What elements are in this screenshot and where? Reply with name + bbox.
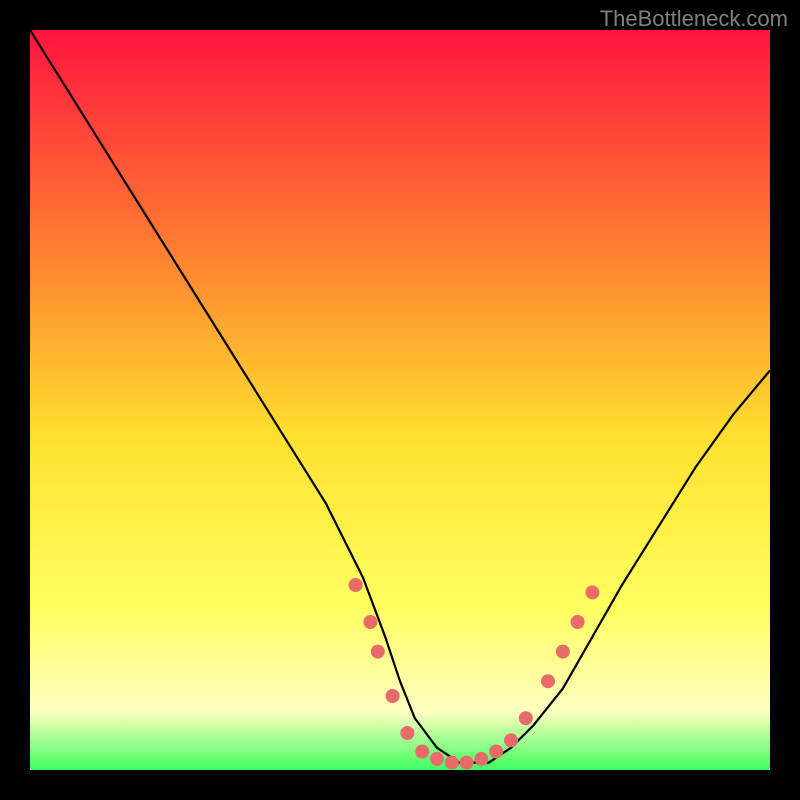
data-marker [386,689,400,703]
data-marker [556,645,570,659]
data-marker [585,585,599,599]
data-marker [400,726,414,740]
data-marker [489,745,503,759]
data-marker [519,711,533,725]
data-marker [571,615,585,629]
data-marker [445,756,459,770]
data-marker [349,578,363,592]
data-marker [541,674,555,688]
chart-svg [30,30,770,770]
watermark-text: TheBottleneck.com [600,6,788,32]
data-marker [504,733,518,747]
data-marker [430,752,444,766]
data-marker [363,615,377,629]
chart-plot-area [30,30,770,770]
data-marker [474,752,488,766]
data-marker [460,756,474,770]
data-marker [371,645,385,659]
gradient-background [30,30,770,770]
data-marker [415,745,429,759]
